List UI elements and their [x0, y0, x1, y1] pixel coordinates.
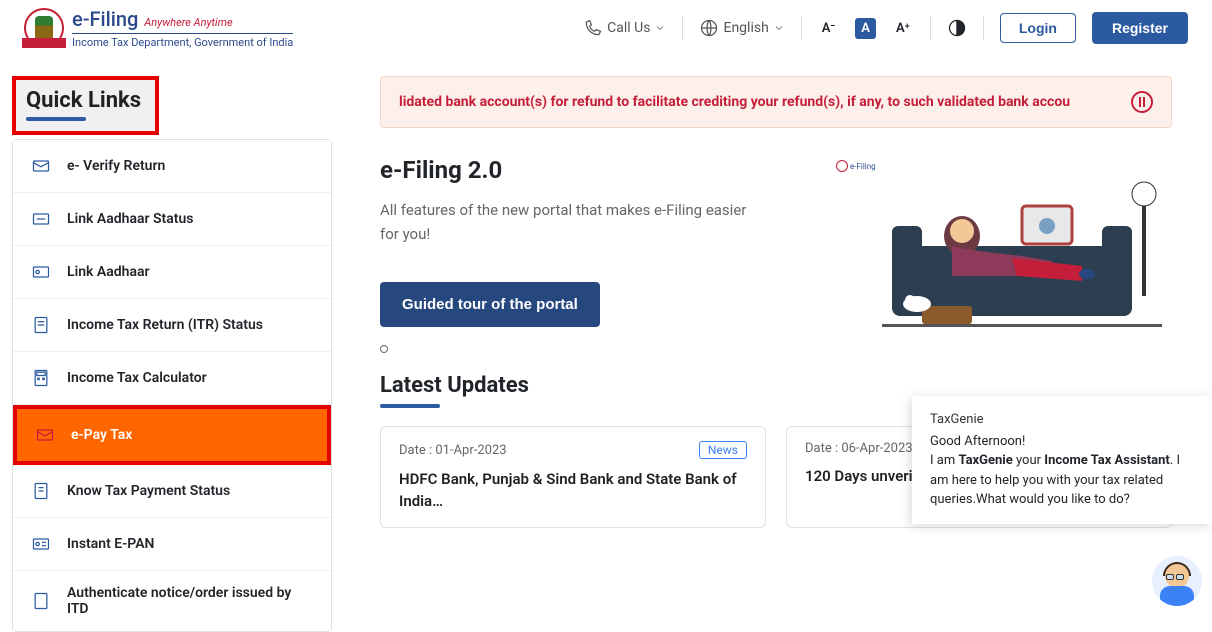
- sidebar-item-label: e-Pay Tax: [71, 427, 132, 443]
- notice-text: lidated bank account(s) for refund to fa…: [399, 94, 1070, 110]
- brand-tagline: Anywhere Anytime: [144, 16, 232, 29]
- mini-logo-icon: e-Filing: [836, 160, 876, 172]
- update-headline: HDFC Bank, Punjab & Sind Bank and State …: [399, 469, 747, 513]
- font-increase-button[interactable]: A⁺: [892, 19, 914, 38]
- id-card-icon: [29, 532, 53, 556]
- chat-bot-name: TaxGenie: [930, 410, 1198, 430]
- receipt-icon: [29, 479, 53, 503]
- document-status-icon: [29, 313, 53, 337]
- hero: e-Filing 2.0 All features of the new por…: [380, 156, 1172, 357]
- chat-greeting: Good Afternoon!: [930, 432, 1198, 452]
- sidebar-item-link-aadhaar[interactable]: Link Aadhaar: [13, 246, 331, 299]
- sidebar-item-verify-return[interactable]: e- Verify Return: [13, 140, 331, 193]
- hero-left: e-Filing 2.0 All features of the new por…: [380, 156, 812, 357]
- sidebar-item-label: Income Tax Return (ITR) Status: [67, 317, 263, 333]
- call-us-dropdown[interactable]: Call Us: [583, 18, 666, 38]
- title-underline: [26, 117, 86, 121]
- calculator-icon: [29, 366, 53, 390]
- sidebar-item-label: e- Verify Return: [67, 158, 165, 174]
- sidebar-item-epay-tax[interactable]: e-Pay Tax: [17, 409, 327, 461]
- person-on-couch-icon: [872, 176, 1172, 336]
- sidebar-item-payment-status[interactable]: Know Tax Payment Status: [13, 465, 331, 518]
- news-badge: News: [699, 441, 747, 459]
- sidebar-item-label: Income Tax Calculator: [67, 370, 207, 386]
- globe-icon: [699, 18, 719, 38]
- sidebar-item-authenticate-notice[interactable]: Authenticate notice/order issued by ITD: [13, 571, 331, 631]
- update-date: Date : 06-Apr-2023: [805, 441, 913, 456]
- separator: [801, 16, 802, 40]
- language-dropdown[interactable]: English: [699, 18, 784, 38]
- sidebar-item-link-aadhaar-status[interactable]: Link Aadhaar Status: [13, 193, 331, 246]
- chevron-down-icon: [773, 22, 785, 34]
- emblem-icon: [24, 8, 64, 48]
- sidebar-item-highlight-box: e-Pay Tax: [13, 405, 331, 465]
- carousel-indicator[interactable]: [380, 345, 388, 353]
- main: lidated bank account(s) for refund to fa…: [350, 76, 1212, 632]
- header-right: Call Us English A⁻ A A⁺ Login Register: [583, 12, 1188, 44]
- chat-message: I am TaxGenie your Income Tax Assistant.…: [930, 451, 1198, 510]
- logo-text: e-Filing Anywhere Anytime Income Tax Dep…: [72, 7, 293, 49]
- brand-sub: Income Tax Department, Government of Ind…: [72, 33, 293, 49]
- sidebar-item-tax-calculator[interactable]: Income Tax Calculator: [13, 352, 331, 405]
- latest-updates-title: Latest Updates: [380, 373, 1172, 398]
- quick-links-title: Quick Links: [26, 88, 141, 113]
- epay-icon: [33, 423, 57, 447]
- hero-illustration: e-Filing: [832, 156, 1172, 336]
- sidebar-item-label: Link Aadhaar: [67, 264, 150, 280]
- chat-avatar-icon[interactable]: [1152, 556, 1202, 606]
- chat-popup[interactable]: TaxGenie Good Afternoon! I am TaxGenie y…: [912, 396, 1212, 524]
- sidebar-item-label: Instant E-PAN: [67, 536, 154, 552]
- card-status-icon: [29, 207, 53, 231]
- call-us-label: Call Us: [607, 20, 650, 36]
- separator: [930, 16, 931, 40]
- sidebar-item-label: Know Tax Payment Status: [67, 483, 230, 499]
- update-date: Date : 01-Apr-2023: [399, 443, 507, 458]
- header: e-Filing Anywhere Anytime Income Tax Dep…: [0, 0, 1212, 56]
- logo-block[interactable]: e-Filing Anywhere Anytime Income Tax Dep…: [24, 7, 293, 49]
- sidebar-item-label: Link Aadhaar Status: [67, 211, 194, 227]
- font-default-button[interactable]: A: [855, 18, 876, 39]
- separator: [983, 16, 984, 40]
- stamp-icon: [29, 589, 53, 613]
- quick-links-list: e- Verify Return Link Aadhaar Status Lin…: [12, 139, 332, 632]
- quick-links-heading-highlight: Quick Links: [12, 76, 159, 135]
- separator: [682, 16, 683, 40]
- update-card[interactable]: Date : 01-Apr-2023 News HDFC Bank, Punja…: [380, 426, 766, 528]
- phone-icon: [583, 18, 603, 38]
- card-icon: [29, 260, 53, 284]
- hero-title: e-Filing 2.0: [380, 156, 812, 184]
- pause-icon[interactable]: [1131, 91, 1153, 113]
- sidebar-item-itr-status[interactable]: Income Tax Return (ITR) Status: [13, 299, 331, 352]
- login-button[interactable]: Login: [1000, 13, 1076, 43]
- sidebar-item-instant-epan[interactable]: Instant E-PAN: [13, 518, 331, 571]
- title-underline: [380, 404, 440, 408]
- register-button[interactable]: Register: [1092, 12, 1188, 44]
- chevron-down-icon: [654, 22, 666, 34]
- language-label: English: [723, 20, 768, 36]
- hero-description: All features of the new portal that make…: [380, 198, 750, 246]
- font-decrease-button[interactable]: A⁻: [818, 19, 839, 38]
- brand-title: e-Filing: [72, 7, 138, 31]
- sidebar: Quick Links e- Verify Return Link Aadhaa…: [0, 76, 350, 632]
- notice-marquee: lidated bank account(s) for refund to fa…: [380, 76, 1172, 128]
- envelope-check-icon: [29, 154, 53, 178]
- contrast-icon[interactable]: [947, 18, 967, 38]
- sidebar-item-label: Authenticate notice/order issued by ITD: [67, 585, 315, 617]
- content: Quick Links e- Verify Return Link Aadhaa…: [0, 56, 1212, 632]
- guided-tour-button[interactable]: Guided tour of the portal: [380, 282, 600, 327]
